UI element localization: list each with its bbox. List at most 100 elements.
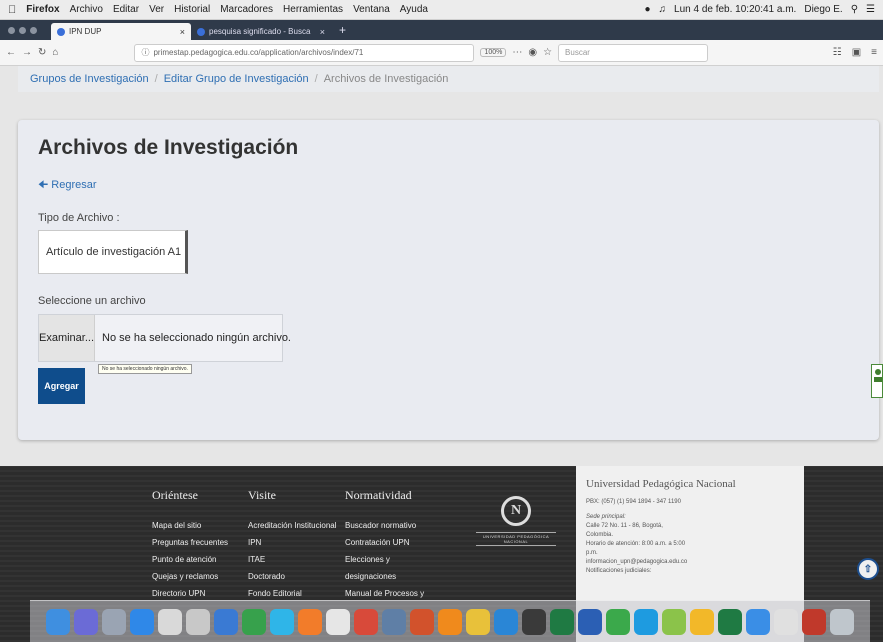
back-arrow-icon[interactable]: ← bbox=[6, 47, 16, 58]
photos2-icon[interactable] bbox=[690, 608, 714, 635]
close-tab-icon[interactable]: × bbox=[180, 27, 185, 37]
footer-link[interactable]: Punto de atención bbox=[152, 551, 228, 568]
document-icon[interactable] bbox=[774, 608, 798, 635]
footer-link[interactable]: IPN bbox=[248, 534, 337, 551]
url-bar[interactable]: ⓘ primestap.pedagogica.edu.co/applicatio… bbox=[134, 43, 475, 62]
excel-icon[interactable] bbox=[550, 608, 574, 635]
zoom-level[interactable]: 100% bbox=[480, 48, 507, 57]
accessibility-widget-icon[interactable] bbox=[871, 364, 883, 398]
sidebar-icon[interactable]: ▣ bbox=[852, 47, 861, 58]
footer-link[interactable]: Quejas y reclamos bbox=[152, 568, 228, 585]
person-icon bbox=[875, 369, 881, 375]
scroll-to-top-button[interactable]: ⇧ bbox=[857, 558, 879, 580]
close-window-button[interactable] bbox=[8, 26, 15, 34]
footer-link[interactable]: Acreditación Institucional bbox=[248, 517, 337, 534]
info-icon[interactable]: ⓘ bbox=[141, 47, 149, 58]
footer-link[interactable]: Doctorado bbox=[248, 568, 337, 585]
notification-icon[interactable]: ☰ bbox=[866, 4, 875, 15]
apple-icon[interactable]:  bbox=[8, 4, 16, 16]
library-icon[interactable]: ☷ bbox=[833, 47, 842, 58]
agregar-button[interactable]: Agregar bbox=[38, 368, 85, 404]
footer-link[interactable]: Elecciones y bbox=[345, 551, 424, 568]
spotlight-icon[interactable]: ⚲ bbox=[851, 4, 858, 15]
photos-icon[interactable] bbox=[214, 608, 238, 635]
menu-ver[interactable]: Ver bbox=[149, 4, 164, 15]
country: Colombia. bbox=[586, 532, 614, 538]
page-title: Archivos de Investigación bbox=[38, 136, 299, 159]
close-tab-icon[interactable]: × bbox=[320, 27, 325, 37]
breadcrumb-editar-link[interactable]: Editar Grupo de Investigación bbox=[164, 73, 309, 85]
menu-marcadores[interactable]: Marcadores bbox=[220, 4, 273, 15]
safari-icon[interactable] bbox=[158, 608, 182, 635]
menu-app-name[interactable]: Firefox bbox=[26, 4, 59, 15]
footer-link[interactable]: designaciones bbox=[345, 568, 424, 585]
folder-icon[interactable] bbox=[746, 608, 770, 635]
footer-link[interactable]: Buscador normativo bbox=[345, 517, 424, 534]
menu-ventana[interactable]: Ventana bbox=[353, 4, 390, 15]
menu-hamburger-icon[interactable]: ≡ bbox=[871, 47, 877, 58]
browser-toolbar: ← → ↻ ⌂ ⓘ primestap.pedagogica.edu.co/ap… bbox=[0, 40, 883, 66]
search-input[interactable]: Buscar bbox=[558, 43, 709, 62]
siri-icon[interactable] bbox=[74, 608, 98, 635]
url-text: primestap.pedagogica.edu.co/application/… bbox=[153, 48, 364, 57]
reload-icon[interactable]: ↻ bbox=[38, 47, 46, 58]
system-prefs-icon[interactable] bbox=[522, 608, 546, 635]
footer-link[interactable]: Preguntas frecuentes bbox=[152, 534, 228, 551]
excel2-icon[interactable] bbox=[718, 608, 742, 635]
person-body bbox=[874, 377, 882, 382]
footer-link[interactable]: Mapa del sitio bbox=[152, 517, 228, 534]
footer-orientese: Oriéntese Mapa del sitio Preguntas frecu… bbox=[152, 488, 228, 602]
preview-icon[interactable] bbox=[382, 608, 406, 635]
clock[interactable]: Lun 4 de feb. 10:20:41 a.m. bbox=[674, 4, 796, 15]
pocket-icon[interactable]: ◉ bbox=[528, 47, 537, 58]
menu-editar[interactable]: Editar bbox=[113, 4, 139, 15]
firefox-icon[interactable] bbox=[438, 608, 462, 635]
photo-booth-icon[interactable] bbox=[354, 608, 378, 635]
tipo-archivo-select[interactable]: Artículo de investigación A1 bbox=[38, 230, 188, 274]
safari2-icon[interactable] bbox=[494, 608, 518, 635]
bookmark-star-icon[interactable]: ☆ bbox=[543, 47, 552, 58]
upn-logo[interactable]: N UNIVERSIDAD PEDAGÓGICA NACIONAL bbox=[476, 496, 556, 546]
regresar-link[interactable]: 🠈 Regresar bbox=[38, 176, 97, 195]
more-actions-icon[interactable]: ⋯ bbox=[512, 47, 522, 58]
tab-ipn-dup[interactable]: IPN DUP × bbox=[51, 23, 191, 40]
home-icon[interactable]: ⌂ bbox=[52, 47, 58, 58]
footer-link[interactable]: Contratación UPN bbox=[345, 534, 424, 551]
word-icon[interactable] bbox=[578, 608, 602, 635]
email[interactable]: informacion_upn@pedagogica.edu.co bbox=[586, 558, 794, 567]
powerpoint-icon[interactable] bbox=[410, 608, 434, 635]
wifi-icon[interactable]: ● bbox=[644, 4, 650, 15]
ibooks-icon[interactable] bbox=[298, 608, 322, 635]
menu-historial[interactable]: Historial bbox=[174, 4, 210, 15]
launchpad-icon[interactable] bbox=[102, 608, 126, 635]
toolbar-tools: ☷ ▣ ≡ bbox=[833, 47, 877, 58]
finder-icon[interactable] bbox=[46, 608, 70, 635]
tab-pesquisa[interactable]: pesquisa significado - Busca × bbox=[191, 23, 331, 40]
trash-icon[interactable] bbox=[830, 608, 854, 635]
zoom-window-button[interactable] bbox=[30, 26, 37, 34]
file-input[interactable]: Examinar... No se ha seleccionado ningún… bbox=[38, 314, 291, 362]
footer-visite: Visite Acreditación Institucional IPN IT… bbox=[248, 488, 337, 602]
mail-icon[interactable] bbox=[186, 608, 210, 635]
new-tab-button[interactable]: + bbox=[339, 23, 346, 37]
university-name: Universidad Pedagógica Nacional bbox=[586, 478, 736, 490]
calendar-icon[interactable] bbox=[326, 608, 350, 635]
menu-archivo[interactable]: Archivo bbox=[70, 4, 103, 15]
cortana-icon[interactable] bbox=[634, 608, 658, 635]
menu-herramientas[interactable]: Herramientas bbox=[283, 4, 343, 15]
chrome-icon[interactable] bbox=[466, 608, 490, 635]
app-store-icon[interactable] bbox=[130, 608, 154, 635]
footer-link[interactable]: ITAE bbox=[248, 551, 337, 568]
facetime-icon[interactable] bbox=[242, 608, 266, 635]
numbers-icon[interactable] bbox=[606, 608, 630, 635]
menu-ayuda[interactable]: Ayuda bbox=[400, 4, 428, 15]
examinar-button[interactable]: Examinar... bbox=[39, 315, 96, 361]
user-name[interactable]: Diego E. bbox=[804, 4, 842, 15]
volume-icon[interactable]: ♫ bbox=[659, 4, 667, 15]
messages-icon[interactable] bbox=[270, 608, 294, 635]
breadcrumb-grupos-link[interactable]: Grupos de Investigación bbox=[30, 73, 149, 85]
minimize-window-button[interactable] bbox=[19, 26, 26, 34]
app-icon[interactable] bbox=[662, 608, 686, 635]
app2-icon[interactable] bbox=[802, 608, 826, 635]
forward-arrow-icon[interactable]: → bbox=[22, 47, 32, 58]
